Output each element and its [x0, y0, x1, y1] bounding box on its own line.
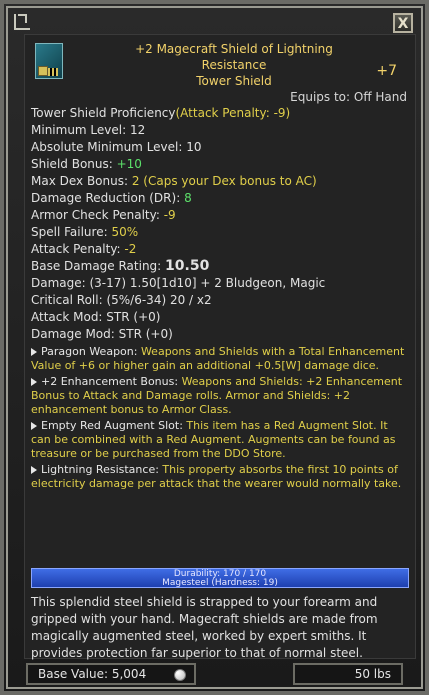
bullet-triangle-icon — [31, 378, 37, 386]
shield-bonus-value: +10 — [116, 157, 142, 171]
bullet-triangle-icon — [31, 348, 37, 356]
damage-row: Damage: (3-17) 1.50[1d10] + 2 Bludgeon, … — [31, 276, 326, 290]
property-lightning-resistance: Lightning Resistance: This property abso… — [31, 463, 409, 491]
spell-failure-row: Spell Failure: 50% — [31, 224, 409, 241]
item-tooltip-window: X +2 Magecraft Shield of Lightning Resis… — [0, 0, 429, 695]
base-damage-rating-label: Base Damage Rating: — [31, 259, 166, 273]
item-title-line-3: Tower Shield — [196, 74, 272, 88]
max-dex-label: Max Dex Bonus: — [31, 174, 132, 188]
proficiency-row: Tower Shield Proficiency(Attack Penalty:… — [31, 105, 409, 122]
window-menu-icon[interactable] — [14, 14, 30, 30]
bullet-triangle-icon — [31, 466, 37, 474]
property-name: Paragon Weapon: — [41, 345, 141, 358]
armor-check-penalty-row: Armor Check Penalty: -9 — [31, 207, 409, 224]
item-title: +2 Magecraft Shield of Lightning Resista… — [89, 41, 379, 89]
critical-roll-row: Critical Roll: (5%/6-34) 20 / x2 — [31, 293, 212, 307]
equips-to: Equips to: Off Hand — [290, 90, 407, 104]
item-details-panel: +2 Magecraft Shield of Lightning Resista… — [24, 34, 416, 660]
lock-icon — [38, 66, 48, 76]
max-dex-value: 2 (Caps your Dex bonus to AC) — [131, 174, 317, 188]
proficiency-penalty: (Attack Penalty: -9) — [175, 106, 291, 120]
platinum-coin-icon — [174, 669, 186, 681]
binding-bars-icon — [48, 68, 58, 76]
property-name: Lightning Resistance: — [41, 463, 163, 476]
shield-bonus-row: Shield Bonus: +10 — [31, 156, 409, 173]
armor-check-penalty-label: Armor Check Penalty: — [31, 208, 164, 222]
damage-reduction-label: Damage Reduction (DR): — [31, 191, 185, 205]
upgrade-level: +7 — [376, 63, 397, 79]
stats-list: Tower Shield Proficiency(Attack Penalty:… — [31, 105, 409, 491]
spell-failure-label: Spell Failure: — [31, 225, 112, 239]
armor-check-penalty-value: -9 — [163, 208, 176, 222]
durability-bar: Durability: 170 / 170 Magesteel (Hardnes… — [31, 568, 409, 588]
bullet-triangle-icon — [31, 422, 37, 430]
base-value: Base Value: 5,004 — [26, 663, 196, 685]
damage-mod-row: Damage Mod: STR (+0) — [31, 327, 173, 341]
property-name: Empty Red Augment Slot: — [41, 419, 187, 432]
tower-shield-icon — [35, 43, 63, 79]
min-level: Minimum Level: 12 — [31, 123, 146, 137]
attack-penalty-label: Attack Penalty: — [31, 242, 125, 256]
footer: Base Value: 5,004 50 lbs — [10, 663, 419, 685]
property-enhancement-bonus: +2 Enhancement Bonus: Weapons and Shield… — [31, 375, 409, 417]
attack-mod-row: Attack Mod: STR (+0) — [31, 310, 161, 324]
item-title-line-2: Resistance — [201, 58, 267, 72]
item-description: This splendid steel shield is strapped t… — [31, 595, 378, 660]
damage-reduction-row: Damage Reduction (DR): 8 — [31, 190, 409, 207]
item-title-line-1: +2 Magecraft Shield of Lightning — [135, 42, 333, 56]
base-value-text: Base Value: 5,004 — [38, 667, 147, 681]
close-button[interactable]: X — [393, 13, 413, 33]
base-damage-rating-value: 10.50 — [165, 258, 210, 274]
material-text: Magesteel (Hardness: 19) — [162, 578, 278, 588]
property-paragon-weapon: Paragon Weapon: Weapons and Shields with… — [31, 345, 409, 373]
window-titlebar: X — [10, 10, 419, 34]
base-damage-rating-row: Base Damage Rating: 10.50 — [31, 258, 409, 275]
weight: 50 lbs — [293, 663, 403, 685]
damage-reduction-value: 8 — [184, 191, 192, 205]
absolute-min-level: Absolute Minimum Level: 10 — [31, 140, 202, 154]
proficiency-label: Tower Shield Proficiency — [31, 106, 176, 120]
property-red-augment-slot: Empty Red Augment Slot: This item has a … — [31, 419, 409, 461]
shield-bonus-label: Shield Bonus: — [31, 157, 117, 171]
attack-penalty-row: Attack Penalty: -2 — [31, 241, 409, 258]
attack-penalty-value: -2 — [124, 242, 137, 256]
max-dex-row: Max Dex Bonus: 2 (Caps your Dex bonus to… — [31, 173, 409, 190]
property-name: +2 Enhancement Bonus: — [41, 375, 182, 388]
spell-failure-value: 50% — [111, 225, 139, 239]
